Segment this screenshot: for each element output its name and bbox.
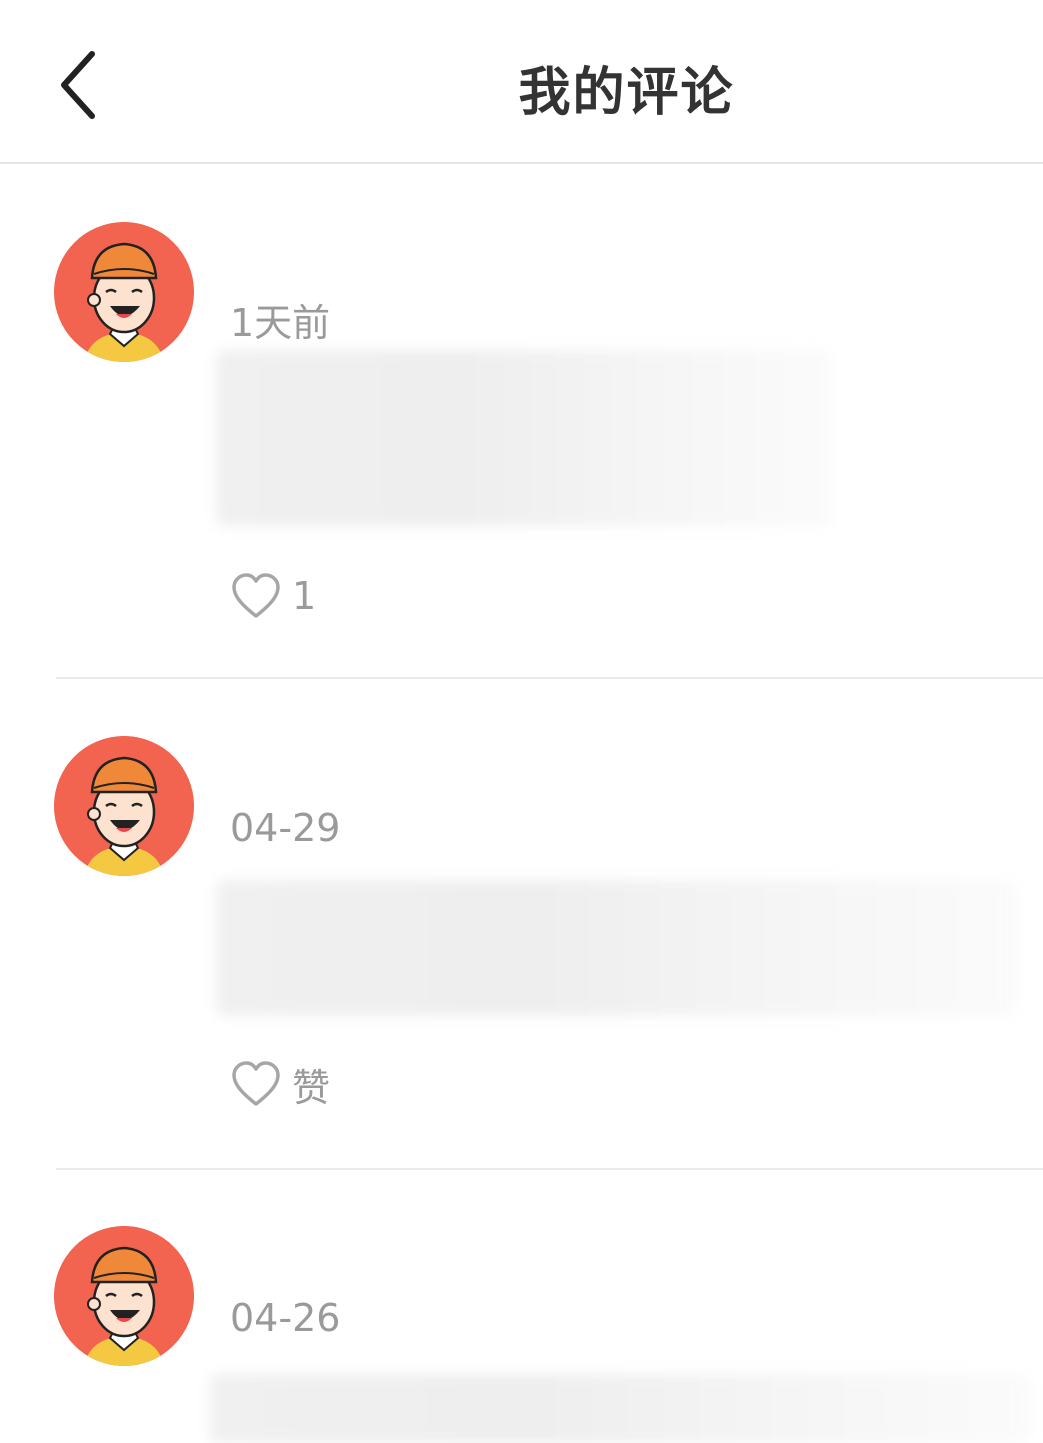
like-button[interactable]: 1 <box>230 568 316 624</box>
heart-icon <box>232 573 280 618</box>
avatar-cartoon-icon <box>54 1226 194 1366</box>
comment-time: 1天前 <box>230 301 331 345</box>
avatar[interactable] <box>54 1226 194 1366</box>
heart-icon <box>232 1061 280 1106</box>
comment-item: 1天前 1 <box>0 164 1043 679</box>
comment-content-blurred <box>216 880 1018 1016</box>
avatar[interactable] <box>54 222 194 362</box>
comment-item: 04-29 赞 <box>0 680 1043 1170</box>
like-count: 1 <box>292 574 317 618</box>
comment-item: 04-26 <box>0 1170 1043 1443</box>
comment-time: 04-26 <box>230 1296 341 1340</box>
avatar-cartoon-icon <box>54 736 194 876</box>
like-label: 赞 <box>292 1065 331 1110</box>
divider <box>56 677 1043 679</box>
comment-content-blurred <box>210 1374 1030 1443</box>
comment-time: 04-29 <box>230 806 341 850</box>
page-title: 我的评论 <box>518 63 735 123</box>
avatar-cartoon-icon <box>54 222 194 362</box>
comment-content-blurred <box>216 350 832 526</box>
avatar[interactable] <box>54 736 194 876</box>
header: 我的评论 <box>0 0 1043 164</box>
like-button[interactable]: 赞 <box>230 1056 330 1112</box>
